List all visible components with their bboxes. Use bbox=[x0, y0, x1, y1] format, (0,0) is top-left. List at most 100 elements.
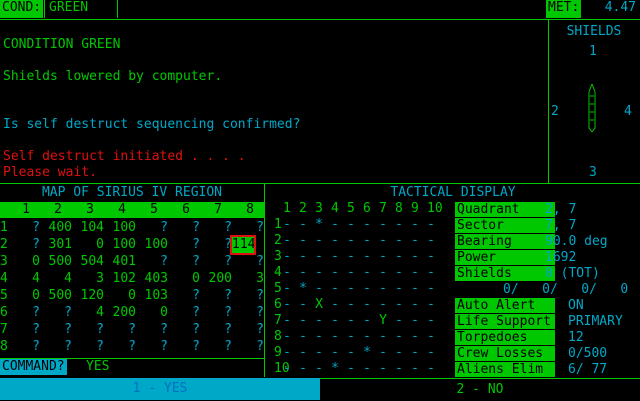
map-cell: 4 bbox=[96, 305, 104, 320]
map-cell: ? bbox=[192, 322, 200, 337]
tactical-empty-cell: - bbox=[411, 217, 419, 232]
map-cell: 500 bbox=[48, 288, 72, 303]
tactical-empty-cell: - bbox=[379, 233, 387, 248]
map-cell: ? bbox=[224, 305, 232, 320]
tactical-column-label: 4 bbox=[331, 201, 339, 216]
tactical-object: * bbox=[315, 217, 323, 232]
status-label: Auto Alert bbox=[455, 298, 555, 313]
message-line: Self destruct initiated . . . . bbox=[3, 149, 246, 164]
yes-button[interactable]: 1 - YES bbox=[0, 378, 320, 400]
shield-1-number: 1 bbox=[589, 44, 597, 59]
tactical-empty-cell: - bbox=[379, 297, 387, 312]
tactical-empty-cell: - bbox=[427, 329, 435, 344]
tactical-empty-cell: - bbox=[411, 297, 419, 312]
info-label: Sector bbox=[455, 218, 555, 233]
tactical-empty-cell: - bbox=[411, 249, 419, 264]
tactical-empty-cell: - bbox=[411, 265, 419, 280]
tactical-empty-cell: - bbox=[363, 217, 371, 232]
map-cell: ? bbox=[224, 254, 232, 269]
map-cell: 401 bbox=[112, 254, 136, 269]
tactical-object: * bbox=[331, 361, 339, 376]
shield-levels: 0/ 0/ 0/ 0 bbox=[503, 282, 629, 297]
map-cell: ? bbox=[256, 254, 264, 269]
tactical-empty-cell: - bbox=[283, 329, 291, 344]
tactical-empty-cell: - bbox=[299, 345, 307, 360]
info-value: 90.0 deg bbox=[545, 234, 608, 249]
tactical-empty-cell: - bbox=[283, 297, 291, 312]
tactical-empty-cell: - bbox=[315, 249, 323, 264]
tactical-object: X bbox=[315, 297, 323, 312]
tactical-empty-cell: - bbox=[427, 297, 435, 312]
tactical-empty-cell: - bbox=[427, 233, 435, 248]
tactical-empty-cell: - bbox=[315, 281, 323, 296]
map-cell: 400 bbox=[48, 220, 72, 235]
message-line: Shields lowered by computer. bbox=[3, 69, 223, 84]
map-cell: 103 bbox=[144, 288, 168, 303]
tactical-object: * bbox=[299, 281, 307, 296]
map-cell: 4 bbox=[64, 271, 72, 286]
map-cell: ? bbox=[224, 339, 232, 354]
map-cell: ? bbox=[64, 322, 72, 337]
info-value: 1692 bbox=[545, 250, 577, 265]
command-input[interactable]: YES bbox=[86, 359, 109, 375]
tactical-empty-cell: - bbox=[427, 249, 435, 264]
shield-2-number: 2 bbox=[551, 104, 559, 119]
status-label: Aliens Elim bbox=[455, 362, 555, 377]
tactical-empty-cell: - bbox=[427, 345, 435, 360]
map-cell: 114 bbox=[230, 235, 256, 255]
tactical-empty-cell: - bbox=[331, 297, 339, 312]
tactical-column-label: 1 bbox=[283, 201, 291, 216]
info-value: 2, 7 bbox=[545, 202, 577, 217]
tactical-empty-cell: - bbox=[331, 265, 339, 280]
map-column-label: 5 bbox=[150, 202, 158, 217]
tactical-empty-cell: - bbox=[299, 265, 307, 280]
tactical-empty-cell: - bbox=[411, 281, 419, 296]
tactical-empty-cell: - bbox=[331, 217, 339, 232]
tactical-empty-cell: - bbox=[427, 361, 435, 376]
tactical-empty-cell: - bbox=[315, 313, 323, 328]
map-cell: ? bbox=[192, 220, 200, 235]
tactical-empty-cell: - bbox=[331, 249, 339, 264]
message-line: Please wait. bbox=[3, 165, 97, 180]
map-cell: 0 bbox=[192, 271, 200, 286]
tactical-empty-cell: - bbox=[411, 313, 419, 328]
status-label: Crew Losses bbox=[455, 346, 555, 361]
tactical-column-label: 9 bbox=[411, 201, 419, 216]
tactical-empty-cell: - bbox=[331, 281, 339, 296]
map-cell: 301 bbox=[48, 237, 72, 252]
map-column-label: 8 bbox=[246, 202, 254, 217]
tactical-empty-cell: - bbox=[347, 265, 355, 280]
map-column-label: 3 bbox=[86, 202, 94, 217]
tactical-empty-cell: - bbox=[283, 217, 291, 232]
map-cell: ? bbox=[160, 322, 168, 337]
tactical-empty-cell: - bbox=[347, 249, 355, 264]
tactical-empty-cell: - bbox=[299, 297, 307, 312]
map-cell: ? bbox=[128, 322, 136, 337]
map-cell: 200 bbox=[112, 305, 136, 320]
tactical-empty-cell: - bbox=[315, 233, 323, 248]
tactical-object: Y bbox=[379, 313, 387, 328]
tactical-empty-cell: - bbox=[379, 329, 387, 344]
tactical-empty-cell: - bbox=[395, 345, 403, 360]
info-label: Shields bbox=[455, 266, 555, 281]
tactical-empty-cell: - bbox=[411, 329, 419, 344]
tactical-column-label: 7 bbox=[379, 201, 387, 216]
map-cell: 100 bbox=[144, 237, 168, 252]
no-button[interactable]: 2 - NO bbox=[320, 378, 640, 400]
map-cell: ? bbox=[192, 288, 200, 303]
map-cell: ? bbox=[192, 339, 200, 354]
tactical-empty-cell: - bbox=[347, 281, 355, 296]
met-label: MET: bbox=[546, 0, 582, 18]
divider bbox=[264, 183, 265, 377]
tactical-empty-cell: - bbox=[363, 361, 371, 376]
map-cell: 504 bbox=[80, 254, 104, 269]
condition-label: COND: bbox=[0, 0, 44, 18]
map-cell: 120 bbox=[80, 288, 104, 303]
tactical-empty-cell: - bbox=[299, 249, 307, 264]
status-value: PRIMARY bbox=[568, 314, 623, 329]
message-line: CONDITION GREEN bbox=[3, 37, 121, 52]
map-cell: ? bbox=[256, 288, 264, 303]
map-cell: ? bbox=[192, 237, 200, 252]
tactical-empty-cell: - bbox=[347, 345, 355, 360]
ship-icon bbox=[588, 84, 596, 132]
